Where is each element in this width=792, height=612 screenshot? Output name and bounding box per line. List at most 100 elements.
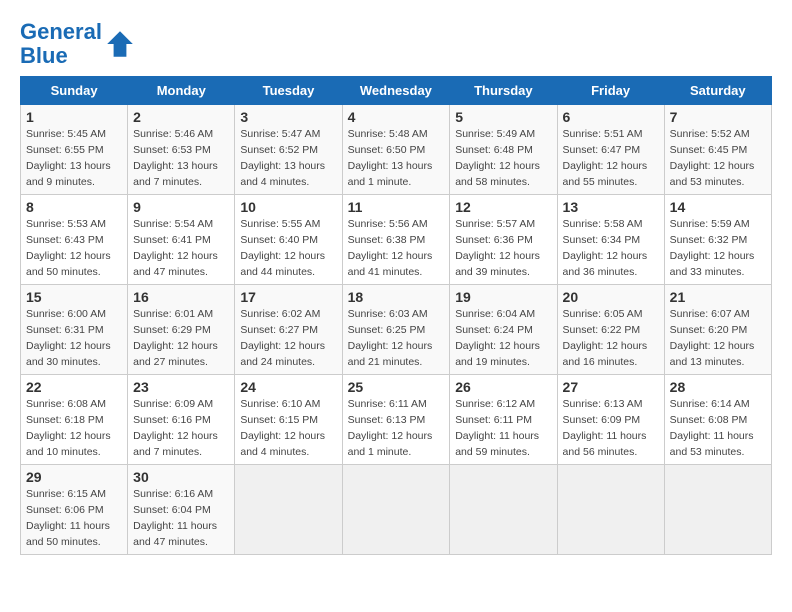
- calendar-cell: 29 Sunrise: 6:15 AM Sunset: 6:06 PM Dayl…: [21, 465, 128, 555]
- calendar-cell: [235, 465, 342, 555]
- weekday-header-friday: Friday: [557, 77, 664, 105]
- day-detail: Sunrise: 5:51 AM Sunset: 6:47 PM Dayligh…: [563, 127, 659, 190]
- day-detail: Sunrise: 5:48 AM Sunset: 6:50 PM Dayligh…: [348, 127, 445, 190]
- day-detail: Sunrise: 6:12 AM Sunset: 6:11 PM Dayligh…: [455, 397, 551, 460]
- day-number: 15: [26, 289, 122, 305]
- day-number: 12: [455, 199, 551, 215]
- calendar-cell: 1 Sunrise: 5:45 AM Sunset: 6:55 PM Dayli…: [21, 105, 128, 195]
- calendar-cell: 16 Sunrise: 6:01 AM Sunset: 6:29 PM Dayl…: [128, 285, 235, 375]
- day-detail: Sunrise: 6:08 AM Sunset: 6:18 PM Dayligh…: [26, 397, 122, 460]
- day-number: 29: [26, 469, 122, 485]
- day-number: 19: [455, 289, 551, 305]
- calendar-week-5: 29 Sunrise: 6:15 AM Sunset: 6:06 PM Dayl…: [21, 465, 772, 555]
- calendar-cell: 15 Sunrise: 6:00 AM Sunset: 6:31 PM Dayl…: [21, 285, 128, 375]
- day-detail: Sunrise: 5:58 AM Sunset: 6:34 PM Dayligh…: [563, 217, 659, 280]
- calendar-table: SundayMondayTuesdayWednesdayThursdayFrid…: [20, 76, 772, 555]
- calendar-cell: 10 Sunrise: 5:55 AM Sunset: 6:40 PM Dayl…: [235, 195, 342, 285]
- calendar-cell: 18 Sunrise: 6:03 AM Sunset: 6:25 PM Dayl…: [342, 285, 450, 375]
- calendar-cell: 20 Sunrise: 6:05 AM Sunset: 6:22 PM Dayl…: [557, 285, 664, 375]
- calendar-cell: 9 Sunrise: 5:54 AM Sunset: 6:41 PM Dayli…: [128, 195, 235, 285]
- calendar-week-1: 1 Sunrise: 5:45 AM Sunset: 6:55 PM Dayli…: [21, 105, 772, 195]
- day-detail: Sunrise: 5:46 AM Sunset: 6:53 PM Dayligh…: [133, 127, 229, 190]
- calendar-cell: 21 Sunrise: 6:07 AM Sunset: 6:20 PM Dayl…: [664, 285, 771, 375]
- day-number: 18: [348, 289, 445, 305]
- day-detail: Sunrise: 5:53 AM Sunset: 6:43 PM Dayligh…: [26, 217, 122, 280]
- calendar-cell: [557, 465, 664, 555]
- calendar-week-3: 15 Sunrise: 6:00 AM Sunset: 6:31 PM Dayl…: [21, 285, 772, 375]
- day-detail: Sunrise: 6:13 AM Sunset: 6:09 PM Dayligh…: [563, 397, 659, 460]
- day-detail: Sunrise: 6:02 AM Sunset: 6:27 PM Dayligh…: [240, 307, 336, 370]
- weekday-header-saturday: Saturday: [664, 77, 771, 105]
- calendar-cell: 19 Sunrise: 6:04 AM Sunset: 6:24 PM Dayl…: [450, 285, 557, 375]
- day-number: 6: [563, 109, 659, 125]
- calendar-week-2: 8 Sunrise: 5:53 AM Sunset: 6:43 PM Dayli…: [21, 195, 772, 285]
- weekday-header-wednesday: Wednesday: [342, 77, 450, 105]
- day-detail: Sunrise: 6:05 AM Sunset: 6:22 PM Dayligh…: [563, 307, 659, 370]
- day-number: 11: [348, 199, 445, 215]
- calendar-cell: 26 Sunrise: 6:12 AM Sunset: 6:11 PM Dayl…: [450, 375, 557, 465]
- calendar-cell: 23 Sunrise: 6:09 AM Sunset: 6:16 PM Dayl…: [128, 375, 235, 465]
- day-number: 1: [26, 109, 122, 125]
- page-header: GeneralBlue: [20, 20, 772, 68]
- calendar-cell: 14 Sunrise: 5:59 AM Sunset: 6:32 PM Dayl…: [664, 195, 771, 285]
- day-number: 5: [455, 109, 551, 125]
- calendar-cell: 13 Sunrise: 5:58 AM Sunset: 6:34 PM Dayl…: [557, 195, 664, 285]
- day-detail: Sunrise: 6:10 AM Sunset: 6:15 PM Dayligh…: [240, 397, 336, 460]
- calendar-cell: 12 Sunrise: 5:57 AM Sunset: 6:36 PM Dayl…: [450, 195, 557, 285]
- day-number: 3: [240, 109, 336, 125]
- calendar-cell: 30 Sunrise: 6:16 AM Sunset: 6:04 PM Dayl…: [128, 465, 235, 555]
- day-detail: Sunrise: 5:49 AM Sunset: 6:48 PM Dayligh…: [455, 127, 551, 190]
- calendar-cell: [342, 465, 450, 555]
- calendar-cell: 22 Sunrise: 6:08 AM Sunset: 6:18 PM Dayl…: [21, 375, 128, 465]
- calendar-cell: 17 Sunrise: 6:02 AM Sunset: 6:27 PM Dayl…: [235, 285, 342, 375]
- day-detail: Sunrise: 5:54 AM Sunset: 6:41 PM Dayligh…: [133, 217, 229, 280]
- day-detail: Sunrise: 5:59 AM Sunset: 6:32 PM Dayligh…: [670, 217, 766, 280]
- logo: GeneralBlue: [20, 20, 136, 68]
- weekday-header-monday: Monday: [128, 77, 235, 105]
- calendar-cell: 24 Sunrise: 6:10 AM Sunset: 6:15 PM Dayl…: [235, 375, 342, 465]
- calendar-cell: 7 Sunrise: 5:52 AM Sunset: 6:45 PM Dayli…: [664, 105, 771, 195]
- day-detail: Sunrise: 5:57 AM Sunset: 6:36 PM Dayligh…: [455, 217, 551, 280]
- day-number: 22: [26, 379, 122, 395]
- day-number: 13: [563, 199, 659, 215]
- day-detail: Sunrise: 5:56 AM Sunset: 6:38 PM Dayligh…: [348, 217, 445, 280]
- day-detail: Sunrise: 6:09 AM Sunset: 6:16 PM Dayligh…: [133, 397, 229, 460]
- day-detail: Sunrise: 5:52 AM Sunset: 6:45 PM Dayligh…: [670, 127, 766, 190]
- day-detail: Sunrise: 6:16 AM Sunset: 6:04 PM Dayligh…: [133, 487, 229, 550]
- day-number: 8: [26, 199, 122, 215]
- calendar-cell: 4 Sunrise: 5:48 AM Sunset: 6:50 PM Dayli…: [342, 105, 450, 195]
- day-detail: Sunrise: 6:07 AM Sunset: 6:20 PM Dayligh…: [670, 307, 766, 370]
- calendar-cell: 2 Sunrise: 5:46 AM Sunset: 6:53 PM Dayli…: [128, 105, 235, 195]
- calendar-cell: 27 Sunrise: 6:13 AM Sunset: 6:09 PM Dayl…: [557, 375, 664, 465]
- calendar-week-4: 22 Sunrise: 6:08 AM Sunset: 6:18 PM Dayl…: [21, 375, 772, 465]
- day-number: 25: [348, 379, 445, 395]
- day-detail: Sunrise: 6:14 AM Sunset: 6:08 PM Dayligh…: [670, 397, 766, 460]
- day-number: 16: [133, 289, 229, 305]
- day-number: 21: [670, 289, 766, 305]
- day-detail: Sunrise: 6:15 AM Sunset: 6:06 PM Dayligh…: [26, 487, 122, 550]
- calendar-cell: [664, 465, 771, 555]
- day-number: 24: [240, 379, 336, 395]
- day-number: 20: [563, 289, 659, 305]
- day-detail: Sunrise: 5:45 AM Sunset: 6:55 PM Dayligh…: [26, 127, 122, 190]
- calendar-cell: 6 Sunrise: 5:51 AM Sunset: 6:47 PM Dayli…: [557, 105, 664, 195]
- day-number: 9: [133, 199, 229, 215]
- day-number: 23: [133, 379, 229, 395]
- calendar-cell: 11 Sunrise: 5:56 AM Sunset: 6:38 PM Dayl…: [342, 195, 450, 285]
- calendar-cell: [450, 465, 557, 555]
- calendar-cell: 25 Sunrise: 6:11 AM Sunset: 6:13 PM Dayl…: [342, 375, 450, 465]
- day-number: 10: [240, 199, 336, 215]
- day-number: 2: [133, 109, 229, 125]
- calendar-cell: 8 Sunrise: 5:53 AM Sunset: 6:43 PM Dayli…: [21, 195, 128, 285]
- logo-icon: [104, 28, 136, 60]
- weekday-header-tuesday: Tuesday: [235, 77, 342, 105]
- day-detail: Sunrise: 6:03 AM Sunset: 6:25 PM Dayligh…: [348, 307, 445, 370]
- day-detail: Sunrise: 6:11 AM Sunset: 6:13 PM Dayligh…: [348, 397, 445, 460]
- day-detail: Sunrise: 6:04 AM Sunset: 6:24 PM Dayligh…: [455, 307, 551, 370]
- calendar-cell: 3 Sunrise: 5:47 AM Sunset: 6:52 PM Dayli…: [235, 105, 342, 195]
- day-detail: Sunrise: 5:47 AM Sunset: 6:52 PM Dayligh…: [240, 127, 336, 190]
- day-detail: Sunrise: 6:01 AM Sunset: 6:29 PM Dayligh…: [133, 307, 229, 370]
- calendar-cell: 28 Sunrise: 6:14 AM Sunset: 6:08 PM Dayl…: [664, 375, 771, 465]
- day-number: 4: [348, 109, 445, 125]
- day-number: 28: [670, 379, 766, 395]
